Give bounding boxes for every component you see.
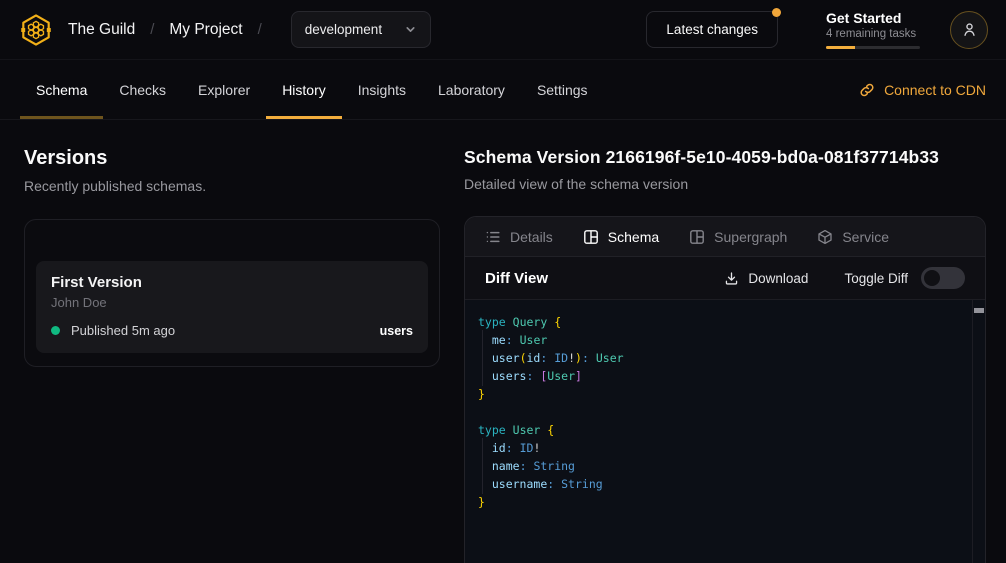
nav-tab-settings[interactable]: Settings xyxy=(521,60,604,119)
breadcrumb-separator: / xyxy=(150,21,154,38)
user-avatar[interactable] xyxy=(950,11,988,49)
download-icon xyxy=(724,271,739,286)
detail-tab-schema[interactable]: Schema xyxy=(583,229,659,245)
notification-dot xyxy=(772,8,781,17)
detail-tab-label: Schema xyxy=(608,229,659,245)
connect-to-cdn-label: Connect to CDN xyxy=(884,82,986,98)
version-detail-card: Details Schema Supergraph Service Diff View… xyxy=(464,216,986,563)
detail-tab-label: Service xyxy=(842,229,889,245)
nav-tab-laboratory[interactable]: Laboratory xyxy=(422,60,521,119)
breadcrumb-org[interactable]: The Guild xyxy=(68,21,135,39)
code-line: user(id: ID!): User xyxy=(478,349,959,367)
code-line: type Query { xyxy=(478,313,959,331)
version-service-badge: users xyxy=(380,324,413,338)
page-nav: SchemaChecksExplorerHistoryInsightsLabor… xyxy=(0,60,1006,120)
versions-panel: Versions Recently published schemas. Fir… xyxy=(0,120,464,563)
hive-logo-icon[interactable] xyxy=(18,12,54,48)
latest-changes-button[interactable]: Latest changes xyxy=(646,11,778,48)
versions-list: First Version John Doe Published 5m ago use… xyxy=(24,219,440,367)
breadcrumb-project[interactable]: My Project xyxy=(169,21,242,39)
toggle-diff-switch[interactable] xyxy=(921,267,965,289)
code-line: type User { xyxy=(478,421,959,439)
list-icon xyxy=(485,229,501,245)
code-line: users: [User] xyxy=(478,367,959,385)
version-detail-panel: Schema Version 2166196f-5e10-4059-bd0a-0… xyxy=(464,120,1006,563)
main-content: Versions Recently published schemas. Fir… xyxy=(0,120,1006,563)
published-status-dot xyxy=(51,326,60,335)
version-name: First Version xyxy=(51,274,413,291)
latest-changes-label: Latest changes xyxy=(666,22,758,37)
nav-tab-checks[interactable]: Checks xyxy=(103,60,182,119)
code-line: name: String xyxy=(478,457,959,475)
get-started-subtitle: 4 remaining tasks xyxy=(826,28,920,40)
detail-tab-service[interactable]: Service xyxy=(817,229,889,245)
schema-code-viewer[interactable]: type Query { me: User user(id: ID!): Use… xyxy=(465,300,985,563)
get-started-title: Get Started xyxy=(826,10,920,26)
download-label: Download xyxy=(748,271,808,286)
version-detail-title: Schema Version 2166196f-5e10-4059-bd0a-0… xyxy=(464,147,986,168)
chevron-down-icon xyxy=(404,23,417,36)
nav-tab-explorer[interactable]: Explorer xyxy=(182,60,266,119)
code-scrollbar[interactable] xyxy=(972,300,985,563)
nav-tab-schema[interactable]: Schema xyxy=(20,60,103,119)
diff-toolbar-actions: Download Toggle Diff xyxy=(724,267,965,289)
version-meta: Published 5m ago users xyxy=(51,323,413,338)
code-line: } xyxy=(478,385,959,403)
get-started-progress-fill xyxy=(826,46,855,49)
code-line: id: ID! xyxy=(478,439,959,457)
cube-icon xyxy=(817,229,833,245)
columns-icon xyxy=(689,229,705,245)
detail-tab-details[interactable]: Details xyxy=(485,229,553,245)
nav-tabs: SchemaChecksExplorerHistoryInsightsLabor… xyxy=(20,60,604,119)
version-status: Published 5m ago xyxy=(71,323,175,338)
get-started-progress xyxy=(826,46,920,49)
toggle-diff-knob xyxy=(924,270,940,286)
nav-tab-insights[interactable]: Insights xyxy=(342,60,422,119)
versions-subtitle: Recently published schemas. xyxy=(24,178,440,194)
get-started-widget[interactable]: Get Started 4 remaining tasks xyxy=(826,10,920,49)
app-header: The Guild / My Project / development Lat… xyxy=(0,0,1006,60)
columns-icon xyxy=(583,229,599,245)
code-lines: type Query { me: User user(id: ID!): Use… xyxy=(478,313,959,511)
version-list-item[interactable]: First Version John Doe Published 5m ago use… xyxy=(36,261,428,353)
target-select[interactable]: development xyxy=(291,11,431,48)
connect-to-cdn-button[interactable]: Connect to CDN xyxy=(859,60,986,119)
code-line: me: User xyxy=(478,331,959,349)
version-detail-subtitle: Detailed view of the schema version xyxy=(464,176,986,192)
code-scrollbar-thumb[interactable] xyxy=(974,308,984,313)
person-icon xyxy=(961,21,978,38)
version-author: John Doe xyxy=(51,295,413,310)
code-line: } xyxy=(478,493,959,511)
breadcrumb-separator: / xyxy=(258,21,262,38)
diff-toolbar: Diff View Download Toggle Diff xyxy=(465,257,985,300)
nav-tab-history[interactable]: History xyxy=(266,60,342,119)
code-line: username: String xyxy=(478,475,959,493)
diff-view-title: Diff View xyxy=(485,270,548,287)
detail-tab-label: Details xyxy=(510,229,553,245)
detail-tab-supergraph[interactable]: Supergraph xyxy=(689,229,787,245)
versions-title: Versions xyxy=(24,147,440,170)
code-line xyxy=(478,403,959,421)
detail-tabs: Details Schema Supergraph Service xyxy=(465,217,985,257)
toggle-diff-label: Toggle Diff xyxy=(844,271,908,286)
link-icon xyxy=(859,82,875,98)
target-select-value: development xyxy=(305,22,382,37)
download-button[interactable]: Download xyxy=(724,271,808,286)
detail-tab-label: Supergraph xyxy=(714,229,787,245)
